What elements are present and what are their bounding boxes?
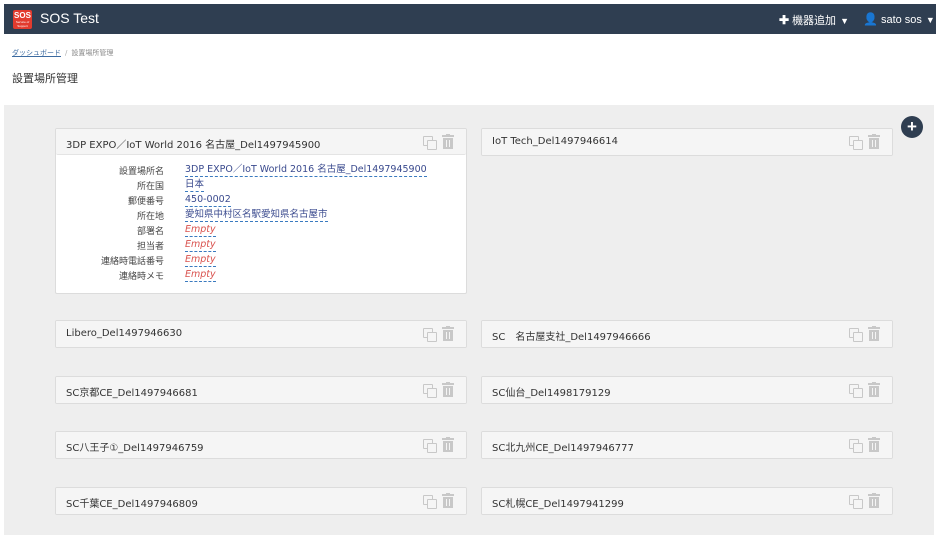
user-icon: 👤 <box>863 12 878 26</box>
location-card: SC八王子①_Del1497946759 <box>55 431 467 459</box>
card-title[interactable]: SC京都CE_Del1497946681 <box>66 384 198 399</box>
card-header[interactable]: SC八王子①_Del1497946759 <box>56 432 466 458</box>
field-row: 所在地 愛知県中村区名駅愛知県名古屋市 <box>56 209 456 222</box>
copy-icon[interactable] <box>849 384 863 398</box>
field-label: 部署名 <box>136 227 164 237</box>
card-title[interactable]: SC八王子①_Del1497946759 <box>66 439 204 454</box>
user-menu[interactable]: 👤 sato sos ▼ <box>863 12 935 26</box>
copy-icon[interactable] <box>849 136 863 150</box>
field-row: 所在国 日本 <box>56 179 456 192</box>
copy-icon[interactable] <box>849 495 863 509</box>
app-title[interactable]: SOS Test <box>40 10 99 26</box>
location-card: IoT Tech_Del1497946614 <box>481 128 893 156</box>
field-row: 担当者 Empty <box>56 239 456 252</box>
card-title[interactable]: SC札幌CE_Del1497941299 <box>492 495 624 510</box>
copy-icon[interactable] <box>423 384 437 398</box>
add-device-label: 機器追加 <box>792 15 837 27</box>
copy-icon[interactable] <box>423 328 437 342</box>
copy-icon[interactable] <box>423 136 437 150</box>
user-name: sato sos <box>880 14 922 26</box>
field-row: 連絡時メモ Empty <box>56 269 456 282</box>
trash-icon[interactable] <box>442 382 454 397</box>
breadcrumb-current: 設置場所管理 <box>71 49 114 57</box>
page-title: 設置場所管理 <box>12 72 78 85</box>
copy-icon[interactable] <box>423 439 437 453</box>
breadcrumb-separator: / <box>65 49 68 57</box>
trash-icon[interactable] <box>868 382 880 397</box>
trash-icon[interactable] <box>868 437 880 452</box>
card-header[interactable]: SC仙台_Del1498179129 <box>482 377 892 403</box>
field-row: 設置場所名 3DP EXPO／IoT World 2016 名古屋_Del1497… <box>56 164 456 177</box>
copy-icon[interactable] <box>423 495 437 509</box>
field-value[interactable]: 愛知県中村区名駅愛知県名古屋市 <box>185 209 328 222</box>
location-card-expanded: 3DP EXPO／IoT World 2016 名古屋_Del149794590… <box>55 128 467 294</box>
card-title[interactable]: 3DP EXPO／IoT World 2016 名古屋_Del149794590… <box>66 136 320 151</box>
field-value[interactable]: Empty <box>185 224 216 237</box>
card-header[interactable]: SC千葉CE_Del1497946809 <box>56 488 466 514</box>
copy-icon[interactable] <box>849 439 863 453</box>
plus-icon: ✚ <box>779 13 790 27</box>
location-card: SC京都CE_Del1497946681 <box>55 376 467 404</box>
copy-icon[interactable] <box>849 328 863 342</box>
field-row: 部署名 Empty <box>56 224 456 237</box>
field-label: 設置場所名 <box>118 167 164 177</box>
field-label: 担当者 <box>136 242 164 252</box>
location-card: SC札幌CE_Del1497941299 <box>481 487 893 515</box>
card-title[interactable]: Libero_Del1497946630 <box>66 328 182 339</box>
field-row: 連絡時電話番号 Empty <box>56 254 456 267</box>
field-value[interactable]: Empty <box>185 269 216 282</box>
trash-icon[interactable] <box>442 134 454 149</box>
card-title[interactable]: SC 名古屋支社_Del1497946666 <box>492 328 651 343</box>
card-title[interactable]: SC千葉CE_Del1497946809 <box>66 495 198 510</box>
location-card: SC仙台_Del1498179129 <box>481 376 893 404</box>
card-title[interactable]: SC仙台_Del1498179129 <box>492 384 611 399</box>
trash-icon[interactable] <box>442 326 454 341</box>
add-device-menu[interactable]: ✚ 機器追加 ▼ <box>779 12 849 28</box>
field-value[interactable]: 450-0002 <box>185 194 231 207</box>
trash-icon[interactable] <box>868 493 880 508</box>
location-card: Libero_Del1497946630 <box>55 320 467 348</box>
card-header[interactable]: SC札幌CE_Del1497941299 <box>482 488 892 514</box>
card-header[interactable]: Libero_Del1497946630 <box>56 321 466 347</box>
chevron-down-icon: ▼ <box>840 16 849 26</box>
field-label: 連絡時電話番号 <box>100 257 164 267</box>
location-card: SC北九州CE_Del1497946777 <box>481 431 893 459</box>
add-location-button[interactable]: + <box>901 116 923 138</box>
card-header[interactable]: IoT Tech_Del1497946614 <box>482 129 892 155</box>
card-title[interactable]: IoT Tech_Del1497946614 <box>492 136 618 147</box>
trash-icon[interactable] <box>442 493 454 508</box>
breadcrumb-dashboard-link[interactable]: ダッシュボード <box>12 49 61 57</box>
breadcrumb: ダッシュボード / 設置場所管理 <box>12 48 113 58</box>
field-value[interactable]: 3DP EXPO／IoT World 2016 名古屋_Del149794590… <box>185 164 427 177</box>
card-header[interactable]: SC 名古屋支社_Del1497946666 <box>482 321 892 347</box>
field-value[interactable]: 日本 <box>185 179 205 192</box>
app-logo[interactable]: SOS Service of Support <box>13 10 32 29</box>
field-value[interactable]: Empty <box>185 254 216 267</box>
card-details: 設置場所名 3DP EXPO／IoT World 2016 名古屋_Del1497… <box>56 155 466 293</box>
card-header[interactable]: SC京都CE_Del1497946681 <box>56 377 466 403</box>
field-label: 連絡時メモ <box>118 272 164 282</box>
field-value[interactable]: Empty <box>185 239 216 252</box>
card-title[interactable]: SC北九州CE_Del1497946777 <box>492 439 634 454</box>
card-header[interactable]: 3DP EXPO／IoT World 2016 名古屋_Del149794590… <box>56 129 466 155</box>
top-navbar: SOS Service of Support SOS Test ✚ 機器追加 ▼ 👤 s… <box>4 4 936 34</box>
field-row: 郵便番号 450-0002 <box>56 194 456 207</box>
trash-icon[interactable] <box>442 437 454 452</box>
trash-icon[interactable] <box>868 326 880 341</box>
field-label: 所在国 <box>136 182 164 192</box>
field-label: 所在地 <box>136 212 164 222</box>
card-header[interactable]: SC北九州CE_Del1497946777 <box>482 432 892 458</box>
location-card: SC千葉CE_Del1497946809 <box>55 487 467 515</box>
field-label: 郵便番号 <box>127 197 164 207</box>
trash-icon[interactable] <box>868 134 880 149</box>
location-card: SC 名古屋支社_Del1497946666 <box>481 320 893 348</box>
chevron-down-icon: ▼ <box>925 15 935 25</box>
